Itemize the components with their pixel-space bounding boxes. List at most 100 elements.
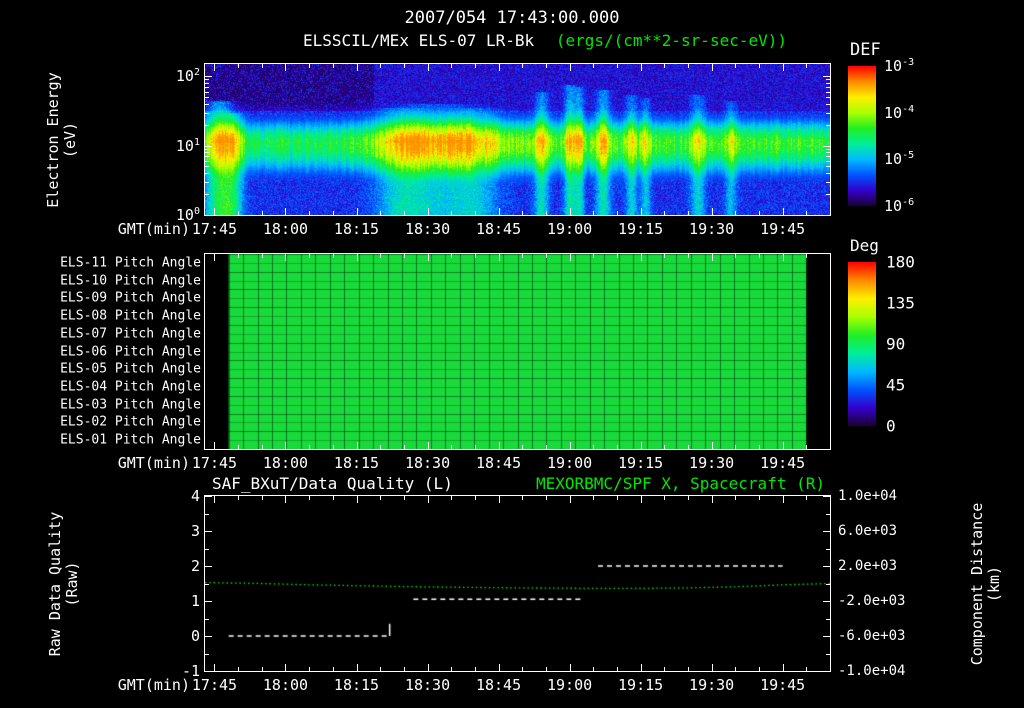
- tick-mark: [593, 211, 595, 215]
- tick-mark: [427, 664, 429, 671]
- y-tick-label: 101: [175, 136, 200, 155]
- tick-mark: [214, 254, 216, 261]
- y-tick-label: 4: [190, 487, 200, 505]
- x-tick-label: 18:00: [262, 454, 309, 472]
- tick-mark: [569, 208, 571, 215]
- tick-mark: [451, 254, 453, 258]
- raw-quality-axis-label: Raw Data Quality (Raw): [46, 512, 81, 657]
- tick-mark: [332, 254, 334, 258]
- tick-mark: [640, 254, 642, 261]
- tick-mark: [474, 667, 476, 671]
- x-tick-label: 19:30: [689, 220, 735, 238]
- tick-mark: [593, 64, 595, 68]
- tick-mark: [711, 64, 713, 71]
- pitch-x-tick-labels: 17:45 18:00 18:15 18:30 18:45 19:00 19:15 19:30…: [0, 454, 1024, 472]
- tick-mark: [451, 496, 453, 500]
- tick-mark: [205, 148, 209, 150]
- tick-mark: [451, 211, 453, 215]
- tick-mark: [498, 254, 500, 261]
- pitch-row-label: ELS-05 Pitch Angle: [60, 361, 201, 377]
- tick-mark: [332, 211, 334, 215]
- x-tick-label: 17:45: [191, 220, 238, 238]
- tick-mark: [427, 208, 429, 215]
- tick-mark: [593, 667, 595, 671]
- colorbar-tick-label: 10-5: [884, 150, 915, 169]
- tick-mark: [616, 667, 618, 671]
- tick-mark: [569, 64, 571, 71]
- tick-mark: [214, 442, 216, 449]
- tick-mark: [545, 64, 547, 68]
- title-instrument: ELSSCIL/MEx ELS-07 LR-Bk: [302, 31, 535, 50]
- x-tick-label: 18:30: [404, 454, 451, 472]
- tick-mark: [522, 496, 524, 500]
- colorbar-tick-label: 180: [886, 252, 915, 272]
- tick-mark: [332, 445, 334, 449]
- y-tick-label: 102: [175, 67, 200, 86]
- tick-mark: [823, 601, 830, 602]
- x-tick-label: 17:45: [191, 454, 238, 472]
- tick-mark: [826, 86, 830, 88]
- tick-mark: [205, 531, 212, 532]
- tick-mark: [356, 254, 358, 261]
- tick-mark: [380, 254, 382, 258]
- tick-mark: [214, 496, 216, 503]
- tick-mark: [498, 64, 500, 71]
- tick-mark: [711, 208, 713, 215]
- tick-mark: [758, 64, 760, 68]
- tick-mark: [545, 496, 547, 500]
- tick-mark: [261, 64, 263, 68]
- tick-mark: [826, 156, 830, 158]
- tick-mark: [758, 667, 760, 671]
- tick-mark: [826, 653, 830, 655]
- plot-screen: 2007/054 17:43:00.000 ELSSCIL/MEx ELS-07…: [0, 0, 1024, 708]
- tick-mark: [826, 124, 830, 126]
- tick-mark: [522, 254, 524, 258]
- tick-mark: [451, 667, 453, 671]
- x-tick-label: 19:15: [618, 454, 664, 472]
- tick-mark: [687, 64, 689, 68]
- tick-mark: [332, 64, 334, 68]
- tick-mark: [380, 64, 382, 68]
- tick-mark: [826, 97, 830, 99]
- tick-mark: [735, 64, 737, 68]
- x-tick-label: 19:00: [547, 676, 593, 694]
- tick-mark: [664, 254, 666, 258]
- tick-mark: [758, 496, 760, 500]
- tick-mark: [214, 208, 216, 215]
- tick-mark: [238, 667, 240, 671]
- tick-mark: [522, 64, 524, 68]
- tick-mark: [205, 601, 212, 602]
- tick-mark: [205, 82, 209, 84]
- tick-mark: [545, 445, 547, 449]
- tick-mark: [826, 91, 830, 93]
- y-tick-label: 2: [190, 557, 200, 575]
- tick-mark: [238, 64, 240, 68]
- tick-mark: [687, 254, 689, 258]
- pitch-row-label: ELS-06 Pitch Angle: [60, 344, 201, 359]
- tick-mark: [205, 181, 209, 183]
- tick-mark: [205, 97, 209, 99]
- x-tick-label: 19:00: [547, 454, 593, 472]
- tick-mark: [356, 64, 358, 71]
- def-colorbar-title: DEF: [850, 40, 881, 60]
- spectrogram-canvas: [205, 64, 830, 215]
- tick-mark: [806, 211, 808, 215]
- tick-mark: [782, 208, 784, 215]
- tick-mark: [782, 64, 784, 71]
- tick-mark: [261, 667, 263, 671]
- tick-mark: [205, 103, 209, 105]
- tick-mark: [498, 442, 500, 449]
- tick-mark: [403, 64, 405, 68]
- tick-mark: [205, 76, 212, 78]
- tick-mark: [830, 667, 831, 671]
- tick-mark: [826, 166, 830, 168]
- tick-mark: [451, 64, 453, 68]
- tick-mark: [285, 64, 287, 71]
- tick-mark: [823, 496, 830, 497]
- component-distance-axis-label-line2: (km): [985, 565, 1003, 603]
- tick-mark: [735, 496, 737, 500]
- pitch-row-label: ELS-04 Pitch Angle: [60, 379, 201, 395]
- line-plot-canvas: [205, 496, 830, 671]
- component-distance-axis-label: Component Distance (km): [968, 503, 1003, 666]
- tick-mark: [238, 496, 240, 500]
